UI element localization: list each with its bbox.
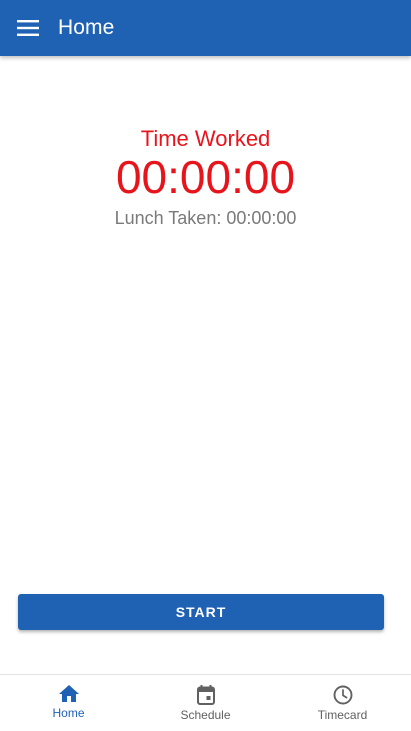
- calendar-icon: [196, 685, 215, 705]
- time-worked-value: 00:00:00: [115, 151, 296, 203]
- nav-label-timecard: Timecard: [317, 708, 368, 722]
- bottom-navigation: Home Schedule Timecard: [0, 674, 411, 731]
- clock-icon: [333, 685, 353, 705]
- top-app-bar: Home: [0, 0, 411, 56]
- nav-label-home: Home: [52, 706, 85, 720]
- time-worked-label: Time Worked: [140, 126, 271, 151]
- nav-item-home[interactable]: Home: [0, 675, 137, 731]
- nav-label-schedule: Schedule: [180, 708, 231, 722]
- hamburger-menu-icon: [17, 20, 39, 36]
- nav-item-timecard[interactable]: Timecard: [274, 675, 411, 731]
- lunch-taken-text: Lunch Taken: 00:00:00: [114, 208, 297, 228]
- app-root: Home Time Worked 00:00:00 Lunch Taken: 0…: [0, 0, 411, 731]
- home-icon: [58, 685, 79, 703]
- start-button[interactable]: START: [18, 594, 384, 630]
- menu-button[interactable]: [0, 0, 56, 56]
- page-title: Home: [58, 16, 115, 39]
- nav-item-schedule[interactable]: Schedule: [137, 675, 274, 731]
- time-worked-panel: Time Worked 00:00:00 Lunch Taken: 00:00:…: [0, 124, 411, 230]
